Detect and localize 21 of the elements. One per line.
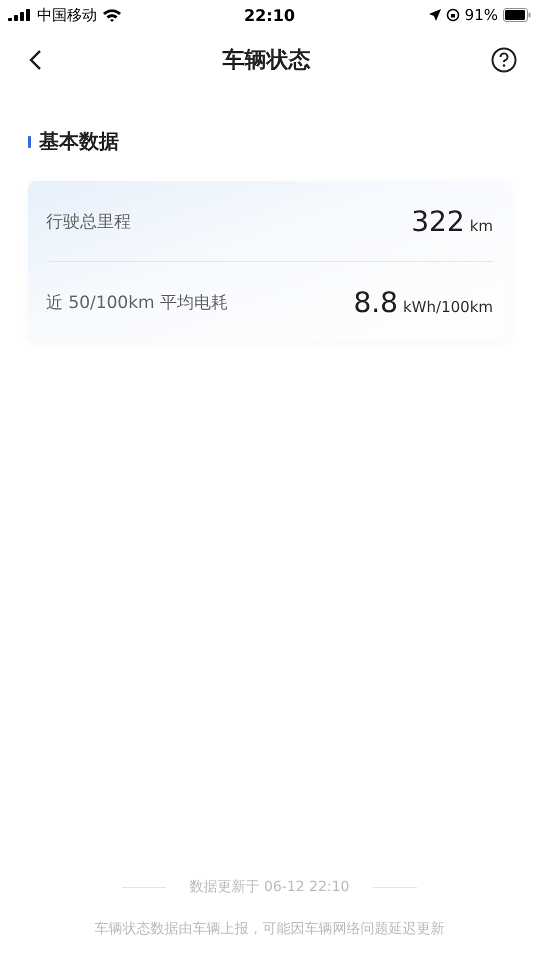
wifi-icon	[102, 8, 122, 22]
page-title: 车辆状态	[222, 47, 310, 75]
signal-icon	[8, 9, 32, 21]
section-marker	[28, 136, 31, 148]
carrier-name: 中国移动	[37, 6, 97, 24]
data-label: 行驶总里程	[46, 210, 131, 232]
footer-note: 车辆状态数据由车辆上报，可能因车辆网络问题延迟更新	[94, 920, 444, 938]
data-unit: km	[470, 216, 493, 234]
data-value: 8.8	[353, 286, 398, 318]
update-time: 数据更新于 06-12 22:10	[190, 878, 350, 896]
battery-icon	[503, 8, 531, 22]
rotation-lock-icon	[446, 8, 460, 22]
back-icon[interactable]	[28, 49, 42, 71]
help-icon[interactable]	[491, 47, 517, 73]
data-value: 322	[411, 204, 465, 238]
section-title: 基本数据	[39, 128, 119, 155]
data-unit: kWh/100km	[402, 298, 493, 316]
location-icon	[428, 9, 441, 21]
data-label: 近 50/100km 平均电耗	[46, 292, 228, 314]
battery-percent: 91%	[464, 6, 498, 24]
status-time: 22:10	[244, 6, 295, 24]
